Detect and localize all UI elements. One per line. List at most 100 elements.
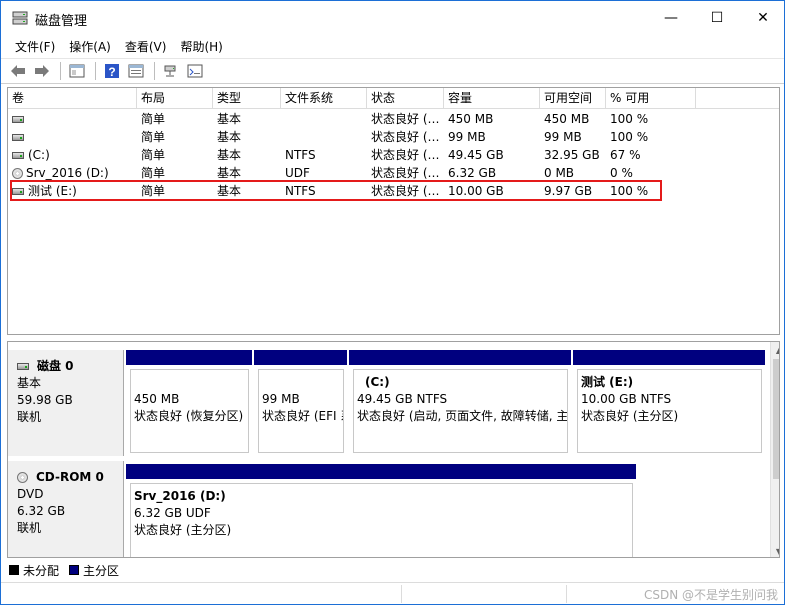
menu-view[interactable]: 查看(V) <box>119 38 173 55</box>
legend-item-primary: 主分区 <box>69 562 119 579</box>
cdrom-0-name-row: CD-ROM 0 <box>17 469 123 486</box>
disk-0-name: 磁盘 0 <box>37 359 74 373</box>
partition-size: 49.45 GB NTFS <box>357 392 448 406</box>
status-bar-divider <box>401 585 402 603</box>
menu-file[interactable]: 文件(F) <box>9 38 61 55</box>
column-header-free-space[interactable]: 可用空间 <box>540 88 606 109</box>
forward-arrow-icon[interactable] <box>31 61 53 81</box>
table-row[interactable]: 简单 基本 状态良好 (… 450 MB 450 MB 100 % <box>8 110 779 128</box>
cell-free-space: 99 MB <box>544 130 582 144</box>
title-bar: 磁盘管理 — ☐ ✕ <box>1 1 784 35</box>
partition-details: 450 MB 状态良好 (恢复分区) <box>130 369 249 453</box>
partition-d[interactable]: Srv_2016 (D:) 6.32 GB UDF 状态良好 (主分区) <box>126 464 636 557</box>
cdrom-0-state: 联机 <box>17 521 42 535</box>
column-header-layout[interactable]: 布局 <box>137 88 213 109</box>
drive-icon <box>12 115 24 123</box>
column-header-percent-free[interactable]: % 可用 <box>606 88 696 109</box>
cell-type: 基本 <box>217 112 242 126</box>
cell-layout: 简单 <box>141 112 166 126</box>
minimize-button[interactable]: — <box>648 1 694 35</box>
legend: 未分配 主分区 <box>9 561 129 579</box>
cell-layout: 简单 <box>141 148 166 162</box>
table-row[interactable]: Srv_2016 (D:) 简单 基本 UDF 状态良好 (… 6.32 GB … <box>8 164 779 182</box>
cell-volume <box>8 110 137 128</box>
scroll-down-arrow-icon[interactable]: ▼ <box>771 543 779 557</box>
cell-percent-free: 0 % <box>610 166 633 180</box>
column-header-filesystem[interactable]: 文件系统 <box>281 88 367 109</box>
partition-c[interactable]: (C:) 49.45 GB NTFS 状态良好 (启动, 页面文件, 故障转储,… <box>349 350 571 456</box>
cell-layout: 简单 <box>141 166 166 180</box>
disk-0-row: 磁盘 0 基本 59.98 GB 联机 450 MB 状态良好 (恢复分区) 9… <box>8 350 768 456</box>
menu-action[interactable]: 操作(A) <box>63 38 117 55</box>
cdrom-0-row: CD-ROM 0 DVD 6.32 GB 联机 Srv_2016 (D:) 6.… <box>8 461 768 557</box>
disk-management-app-icon <box>12 11 28 25</box>
menu-bar: 文件(F) 操作(A) 查看(V) 帮助(H) <box>1 35 784 57</box>
primary-partition-bar <box>573 350 765 365</box>
disk-icon <box>17 363 29 370</box>
watermark: CSDN @不是学生别问我 <box>643 588 778 602</box>
cell-layout: 简单 <box>141 130 166 144</box>
back-arrow-icon[interactable] <box>7 61 29 81</box>
toolbar-separator <box>60 62 61 80</box>
partition-details: (C:) 49.45 GB NTFS 状态良好 (启动, 页面文件, 故障转储,… <box>353 369 568 453</box>
table-row[interactable]: (C:) 简单 基本 NTFS 状态良好 (… 49.45 GB 32.95 G… <box>8 146 779 164</box>
table-row[interactable]: 测试 (E:) 简单 基本 NTFS 状态良好 (… 10.00 GB 9.97… <box>8 182 779 200</box>
volume-list-header: 卷 布局 类型 文件系统 状态 容量 可用空间 % 可用 <box>8 88 779 109</box>
column-header-capacity[interactable]: 容量 <box>444 88 540 109</box>
close-button[interactable]: ✕ <box>740 1 784 35</box>
cell-layout: 简单 <box>141 184 166 198</box>
disk-list-icon[interactable] <box>184 61 206 81</box>
cell-volume-text: (C:) <box>28 148 50 162</box>
drive-icon <box>12 187 24 195</box>
partition-name: (C:) <box>365 375 390 389</box>
scrollbar-thumb[interactable] <box>773 359 779 479</box>
partition-size: 10.00 GB NTFS <box>581 392 672 406</box>
disk-layout-pane: 磁盘 0 基本 59.98 GB 联机 450 MB 状态良好 (恢复分区) 9… <box>7 341 780 558</box>
svg-text:?: ? <box>108 65 115 79</box>
cdrom-0-type: DVD <box>17 487 44 501</box>
legend-label: 主分区 <box>83 563 120 578</box>
toolbar-separator <box>154 62 155 80</box>
disk-0-label[interactable]: 磁盘 0 基本 59.98 GB 联机 <box>8 350 124 456</box>
partition-size: 450 MB <box>134 392 180 406</box>
cell-volume <box>8 128 137 146</box>
partition-status: 状态良好 (主分区) <box>134 523 232 537</box>
partition-e[interactable]: 测试 (E:) 10.00 GB NTFS 状态良好 (主分区) <box>573 350 765 456</box>
scroll-up-arrow-icon[interactable]: ▲ <box>771 342 779 358</box>
cdrom-0-name: CD-ROM 0 <box>36 470 104 484</box>
primary-partition-bar <box>254 350 347 365</box>
menu-help[interactable]: 帮助(H) <box>174 38 228 55</box>
connect-icon[interactable] <box>160 61 182 81</box>
cell-status: 状态良好 (… <box>371 148 440 162</box>
maximize-button[interactable]: ☐ <box>694 1 740 35</box>
partition-status: 状态良好 (主分区) <box>581 409 679 423</box>
status-bar-divider <box>566 585 567 603</box>
help-icon[interactable]: ? <box>101 61 123 81</box>
volume-list: 卷 布局 类型 文件系统 状态 容量 可用空间 % 可用 简单 基本 状态良好 … <box>7 87 780 335</box>
column-header-status[interactable]: 状态 <box>367 88 444 109</box>
cell-volume-text: 测试 (E:) <box>28 184 77 198</box>
partition-name: 测试 (E:) <box>581 375 634 389</box>
disk-0-state: 联机 <box>17 410 42 424</box>
console-tree-icon[interactable] <box>66 61 88 81</box>
cell-capacity: 49.45 GB <box>448 148 504 162</box>
column-header-volume[interactable]: 卷 <box>8 88 137 109</box>
vertical-scrollbar[interactable]: ▲ ▼ <box>770 342 779 557</box>
cell-type: 基本 <box>217 184 242 198</box>
partition-size: 6.32 GB UDF <box>134 506 211 520</box>
disk-0-type: 基本 <box>17 376 42 390</box>
column-header-type[interactable]: 类型 <box>213 88 281 109</box>
disk-0-name-row: 磁盘 0 <box>17 358 123 375</box>
cell-filesystem: NTFS <box>285 184 316 198</box>
primary-partition-bar <box>126 464 636 479</box>
drive-icon <box>12 133 24 141</box>
partition-details: 测试 (E:) 10.00 GB NTFS 状态良好 (主分区) <box>577 369 762 453</box>
cdrom-0-label[interactable]: CD-ROM 0 DVD 6.32 GB 联机 <box>8 461 124 557</box>
properties-icon[interactable] <box>125 61 147 81</box>
cell-filesystem: NTFS <box>285 148 316 162</box>
table-row[interactable]: 简单 基本 状态良好 (… 99 MB 99 MB 100 % <box>8 128 779 146</box>
column-header-filler <box>696 88 779 109</box>
partition-efi[interactable]: 99 MB 状态良好 (EFI 系 <box>254 350 347 456</box>
partition-recovery[interactable]: 450 MB 状态良好 (恢复分区) <box>126 350 252 456</box>
disk-management-window: 磁盘管理 — ☐ ✕ 文件(F) 操作(A) 查看(V) 帮助(H) ? 卷 布… <box>0 0 785 605</box>
